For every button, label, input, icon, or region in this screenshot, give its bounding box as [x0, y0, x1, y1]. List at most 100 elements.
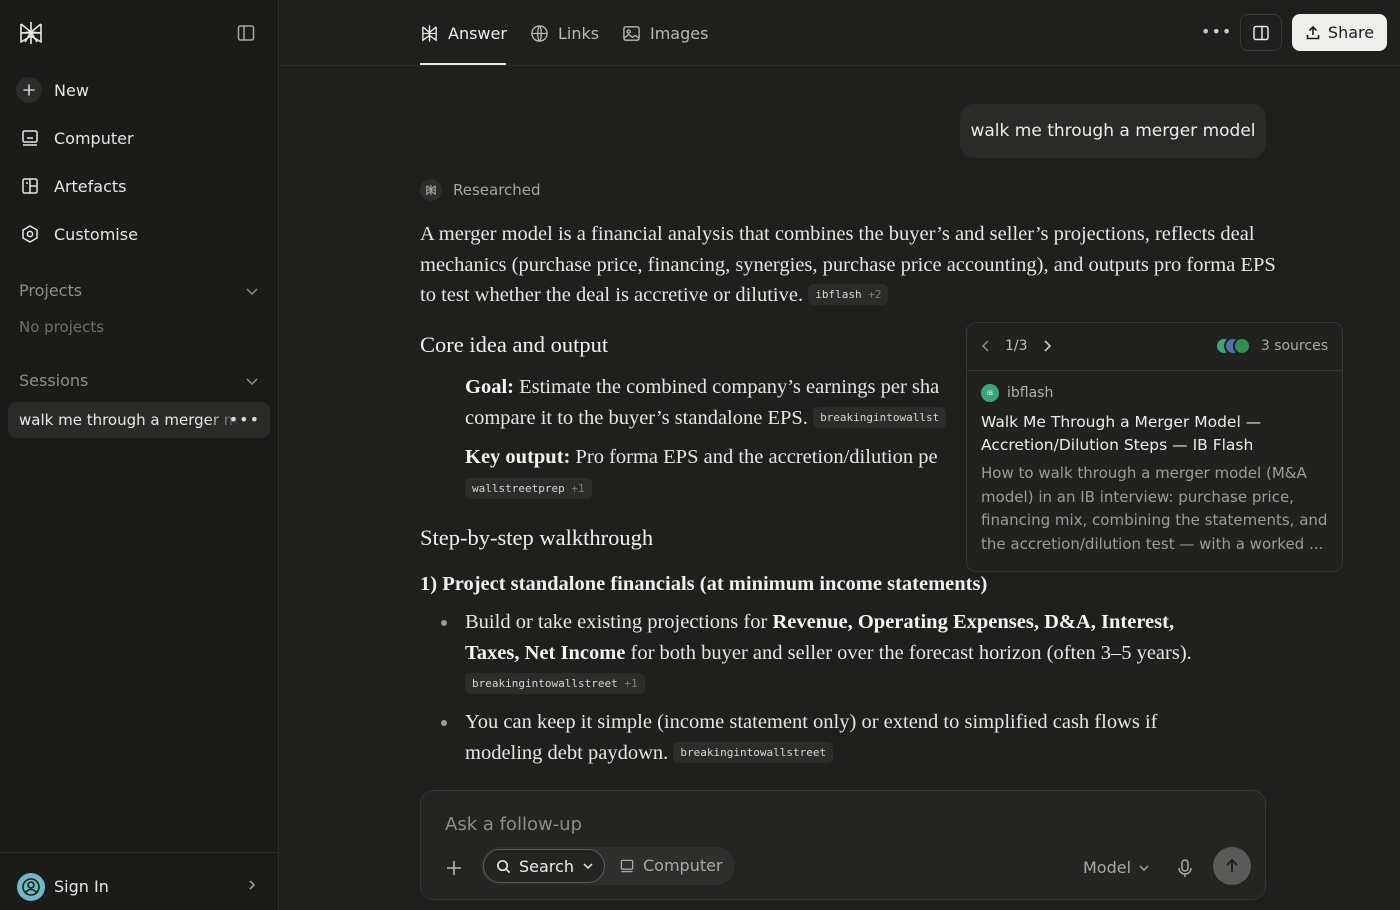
- b1-pre: Build or take existing projections for: [465, 611, 768, 633]
- popover-site: IB ibflash: [981, 384, 1328, 402]
- source-favicons: [1214, 336, 1253, 356]
- citation-chip[interactable]: breakingintowallstreet +1: [465, 673, 645, 694]
- research-status[interactable]: Researched: [420, 179, 541, 201]
- research-status-label: Researched: [453, 181, 541, 199]
- site-favicon-icon: IB: [981, 384, 999, 402]
- globe-icon: [531, 24, 548, 42]
- nav-computer-label: Computer: [54, 128, 134, 148]
- citation-source: wallstreetprep: [472, 482, 565, 495]
- citation-chip[interactable]: wallstreetprep +1: [465, 478, 592, 499]
- model-label: Model: [1083, 858, 1132, 877]
- chevron-down-icon: [246, 287, 258, 295]
- tab-answer-label: Answer: [448, 23, 507, 43]
- sidebar-toggle-icon[interactable]: [236, 23, 256, 43]
- perplexity-logo-icon[interactable]: [18, 20, 44, 46]
- key-output-label: Key output:: [465, 446, 571, 468]
- perplexity-icon: [420, 179, 442, 201]
- popover-header: 1/3 3 sources: [967, 323, 1342, 371]
- computer-mode-button[interactable]: Computer: [619, 856, 723, 875]
- popover-page: 1/3: [1005, 338, 1028, 354]
- b1-bold-2: Taxes, Net Income: [465, 641, 626, 664]
- popover-description: How to walk through a merger model (M&A …: [981, 464, 1328, 553]
- nav-computer-button[interactable]: Computer: [16, 120, 266, 156]
- search-mode-label: Search: [519, 856, 574, 876]
- microphone-icon[interactable]: [1176, 857, 1194, 879]
- citation-chip[interactable]: breakingintowallst: [813, 406, 947, 428]
- popover-title[interactable]: Walk Me Through a Merger Model — Accreti…: [981, 411, 1328, 457]
- chevron-down-icon: [583, 863, 593, 870]
- nav-new-label: New: [54, 80, 89, 100]
- citation-chip[interactable]: breakingintowallstreet: [673, 741, 834, 763]
- citation-chip[interactable]: ibflash +2: [808, 284, 889, 305]
- plus-icon: [16, 77, 42, 103]
- computer-icon: [16, 126, 44, 150]
- list-item-simple-model: You can keep it simple (income statement…: [441, 707, 1265, 768]
- panel-icon: [1253, 25, 1269, 40]
- nav-artefacts-button[interactable]: Artefacts: [16, 168, 266, 204]
- chevron-right-icon[interactable]: [1042, 340, 1052, 352]
- tab-links[interactable]: Links: [530, 22, 599, 44]
- popover-pager: 1/3: [981, 338, 1052, 354]
- customise-icon: [16, 222, 44, 246]
- projects-section-toggle[interactable]: Projects: [19, 281, 259, 300]
- tab-answer[interactable]: Answer: [420, 22, 507, 44]
- goal-text-line2: compare it to the buyer’s standalone EPS…: [465, 406, 808, 429]
- user-query-bubble: walk me through a merger model: [960, 104, 1266, 158]
- popover-sources[interactable]: 3 sources: [1214, 336, 1328, 356]
- key-output-text: Pro forma EPS and the accretion/dilution…: [575, 446, 938, 468]
- goal-label: Goal:: [465, 376, 514, 398]
- no-projects-text: No projects: [19, 318, 105, 336]
- chevron-right-icon: [249, 880, 256, 890]
- sessions-heading: Sessions: [19, 371, 89, 390]
- arrow-up-icon: [1226, 858, 1238, 872]
- answer-intro: A merger model is a financial analysis t…: [420, 219, 1280, 311]
- nav-new-button[interactable]: New: [16, 72, 266, 108]
- follow-up-input[interactable]: Ask a follow-up: [445, 814, 582, 835]
- session-more-icon[interactable]: •••: [229, 410, 260, 429]
- nav-customise-label: Customise: [54, 224, 138, 244]
- b2-line1: You can keep it simple (income statement…: [465, 711, 1158, 733]
- artefacts-icon: [16, 174, 44, 198]
- popover-site-name: ibflash: [1007, 385, 1054, 401]
- side-panel-button[interactable]: [1240, 14, 1282, 51]
- heading-step-by-step: Step-by-step walkthrough: [420, 525, 654, 550]
- more-options-icon[interactable]: •••: [1201, 22, 1232, 41]
- sources-count: 3 sources: [1260, 338, 1328, 354]
- nav-customise-button[interactable]: Customise: [16, 216, 266, 252]
- citation-more: +1: [624, 677, 638, 690]
- tab-images-label: Images: [650, 23, 709, 43]
- citation-more: +1: [571, 482, 585, 495]
- chevron-left-icon[interactable]: [981, 340, 991, 352]
- top-bar: Answer Links Images ••• Share: [280, 0, 1400, 66]
- tab-images[interactable]: Images: [622, 22, 708, 44]
- citation-source: ibflash: [815, 288, 862, 301]
- b1-bold-1: Revenue, Operating Expenses, D&A, Intere…: [772, 611, 1175, 633]
- avatar: [17, 873, 45, 901]
- perplexity-icon: [422, 24, 437, 42]
- list-item-goal: Goal: Estimate the combined company’s ea…: [465, 372, 965, 433]
- favicon-icon: [1232, 337, 1251, 355]
- chevron-down-icon: [246, 377, 258, 385]
- model-selector[interactable]: Model: [1083, 858, 1150, 877]
- send-button[interactable]: [1213, 847, 1251, 885]
- b1-post: for both buyer and seller over the forec…: [630, 641, 1192, 664]
- nav-artefacts-label: Artefacts: [54, 176, 127, 196]
- search-icon: [497, 859, 511, 873]
- citation-source: breakingintowallstreet: [472, 677, 618, 690]
- plus-icon[interactable]: [443, 857, 465, 879]
- sessions-section-toggle[interactable]: Sessions: [19, 371, 259, 390]
- sign-in-row[interactable]: Sign In: [0, 852, 279, 910]
- heading-core-idea: Core idea and output: [420, 332, 609, 357]
- active-tab-indicator: [420, 63, 506, 65]
- share-label: Share: [1327, 23, 1375, 42]
- share-button[interactable]: Share: [1292, 14, 1387, 51]
- citation-more: +2: [868, 288, 882, 301]
- upload-icon: [1306, 25, 1320, 39]
- search-mode-button[interactable]: Search: [483, 849, 605, 883]
- session-item[interactable]: walk me through a merger model •••: [8, 402, 270, 438]
- b2-line2: modeling debt paydown.: [465, 741, 669, 764]
- computer-mode-label: Computer: [643, 856, 723, 875]
- session-title: walk me through a merger model: [19, 411, 239, 429]
- sources-popover[interactable]: 1/3 3 sources IB ibflash Walk Me Through…: [966, 322, 1343, 572]
- tab-links-label: Links: [558, 23, 600, 43]
